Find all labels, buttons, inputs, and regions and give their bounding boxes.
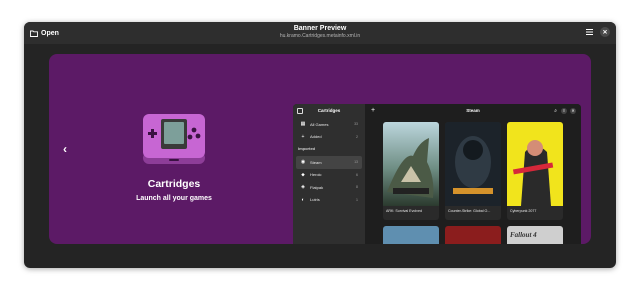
steam-icon: ◉ [300,159,306,166]
sidebar-item-flatpak: ◈ Flatpak 8 [296,181,362,194]
sidebar-item-count: 2 [356,134,358,139]
sidebar-item-count: 6 [356,172,358,177]
preview-sidebar: Cartridges ▦ All Games 33 + Added 2 Impo… [293,104,365,244]
game-card-fallout: Fallout 4 [507,226,563,244]
sidebar-item-count: 1 [356,197,358,202]
game-title: Counter-Strike: Global O... [448,209,491,213]
sidebar-item-label: Added [310,134,322,140]
banner: ‹ › Cartridges Launch all your games [49,54,591,244]
main-menu-button[interactable] [584,27,594,37]
game-cover-cyberpunk [507,122,563,206]
sidebar-item-count: 33 [354,122,358,127]
window-title: Banner Preview [293,25,347,32]
app-window: Open Banner Preview hu.kramo.Cartridges.… [24,22,616,268]
plus-icon: + [301,133,305,140]
sidebar-section-imported: Imported [298,146,316,151]
close-icon: ✕ [602,29,608,36]
sidebar-item-label: Heroic [310,172,322,178]
game-title: ARK: Survival Evolved [386,209,422,213]
app-name: Cartridges [147,178,201,190]
sidebar-title: Cartridges [317,108,341,113]
game-card-counter-strike: Counter-Strike: Global O... [445,122,501,220]
cartridges-app-icon [143,114,205,164]
sidebar-item-heroic: ⬥ Heroic 6 [296,169,362,182]
game-card-ark: ARK: Survival Evolved [383,122,439,220]
flatpak-icon: ◈ [301,184,305,191]
app-tagline: Launch all your games [136,195,212,202]
game-title: Cyberpunk 2077 [510,209,537,213]
sidebar-header: Cartridges [293,104,365,118]
game-card-row2-2 [445,226,501,244]
window-subtitle: hu.kramo.Cartridges.metainfo.xml.in [279,33,361,39]
content-header: + Steam ⌕ ≡ ✕ [365,104,581,118]
close-icon: ✕ [570,108,576,114]
sidebar-item-count: 13 [354,160,358,165]
grid-icon: ▦ [300,121,306,128]
game-cover-ark [383,122,439,206]
sidebar-item-count: 8 [356,185,358,190]
chevron-left-icon: ‹ [63,142,67,156]
sidebar-item-all-games: ▦ All Games 33 [296,118,362,131]
sidebar-item-label: All Games [310,121,329,127]
game-cover-text: Fallout 4 [510,231,537,239]
content-title: Steam [466,108,480,113]
preview-content: + Steam ⌕ ≡ ✕ ARK: Survival Evolved Coun… [365,104,581,244]
header-bar: Open Banner Preview hu.kramo.Cartridges.… [24,22,616,44]
app-preview-screenshot: Cartridges ▦ All Games 33 + Added 2 Impo… [293,104,581,244]
previous-button[interactable]: ‹ [63,142,67,156]
sidebar-item-label: Flatpak [310,184,324,190]
hamburger-menu-icon [585,29,593,35]
close-button[interactable]: ✕ [600,27,610,37]
game-card-row2-1 [383,226,439,244]
window-body: Open Banner Preview hu.kramo.Cartridges.… [24,22,616,268]
lutris-icon: ◐ [301,196,305,203]
sidebar-item-lutris: ◐ Lutris 1 [296,194,362,207]
sidebar-item-label: Lutris [310,197,320,203]
heroic-icon: ⬥ [301,171,305,178]
game-card-cyberpunk: Cyberpunk 2077 [507,122,563,220]
menu-icon: ≡ [561,108,567,114]
sidebar-item-steam: ◉ Steam 13 [296,156,362,169]
sidebar-item-added: + Added 2 [296,131,362,144]
game-cover-counter-strike [445,122,501,206]
sidebar-item-label: Steam [310,159,322,165]
search-icon: ⌕ [554,108,557,114]
